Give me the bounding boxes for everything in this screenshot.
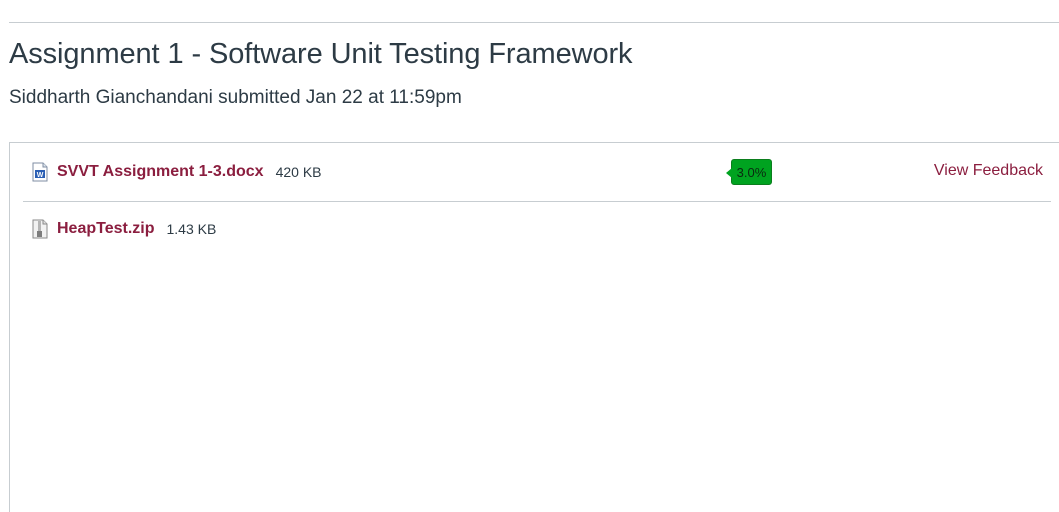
- word-document-icon: W: [32, 162, 48, 182]
- top-divider: [9, 22, 1059, 23]
- submission-info: Siddharth Gianchandani submitted Jan 22 …: [9, 87, 462, 108]
- file-row: HeapTest.zip 1.43 KB: [23, 214, 1043, 244]
- submission-panel: [9, 142, 1059, 512]
- svg-text:W: W: [37, 172, 44, 179]
- file-row: W SVVT Assignment 1-3.docx 420 KB: [23, 157, 1043, 187]
- view-feedback-link[interactable]: View Feedback: [934, 162, 1043, 180]
- zip-file-icon: [32, 219, 48, 239]
- page-title: Assignment 1 - Software Unit Testing Fra…: [9, 38, 633, 70]
- file-link-zip[interactable]: HeapTest.zip: [57, 220, 155, 238]
- file-size: 1.43 KB: [166, 221, 217, 237]
- file-link-docx[interactable]: SVVT Assignment 1-3.docx: [57, 163, 264, 181]
- row-divider: [23, 201, 1051, 202]
- score-badge: 3.0%: [726, 159, 772, 185]
- file-size: 420 KB: [275, 164, 322, 180]
